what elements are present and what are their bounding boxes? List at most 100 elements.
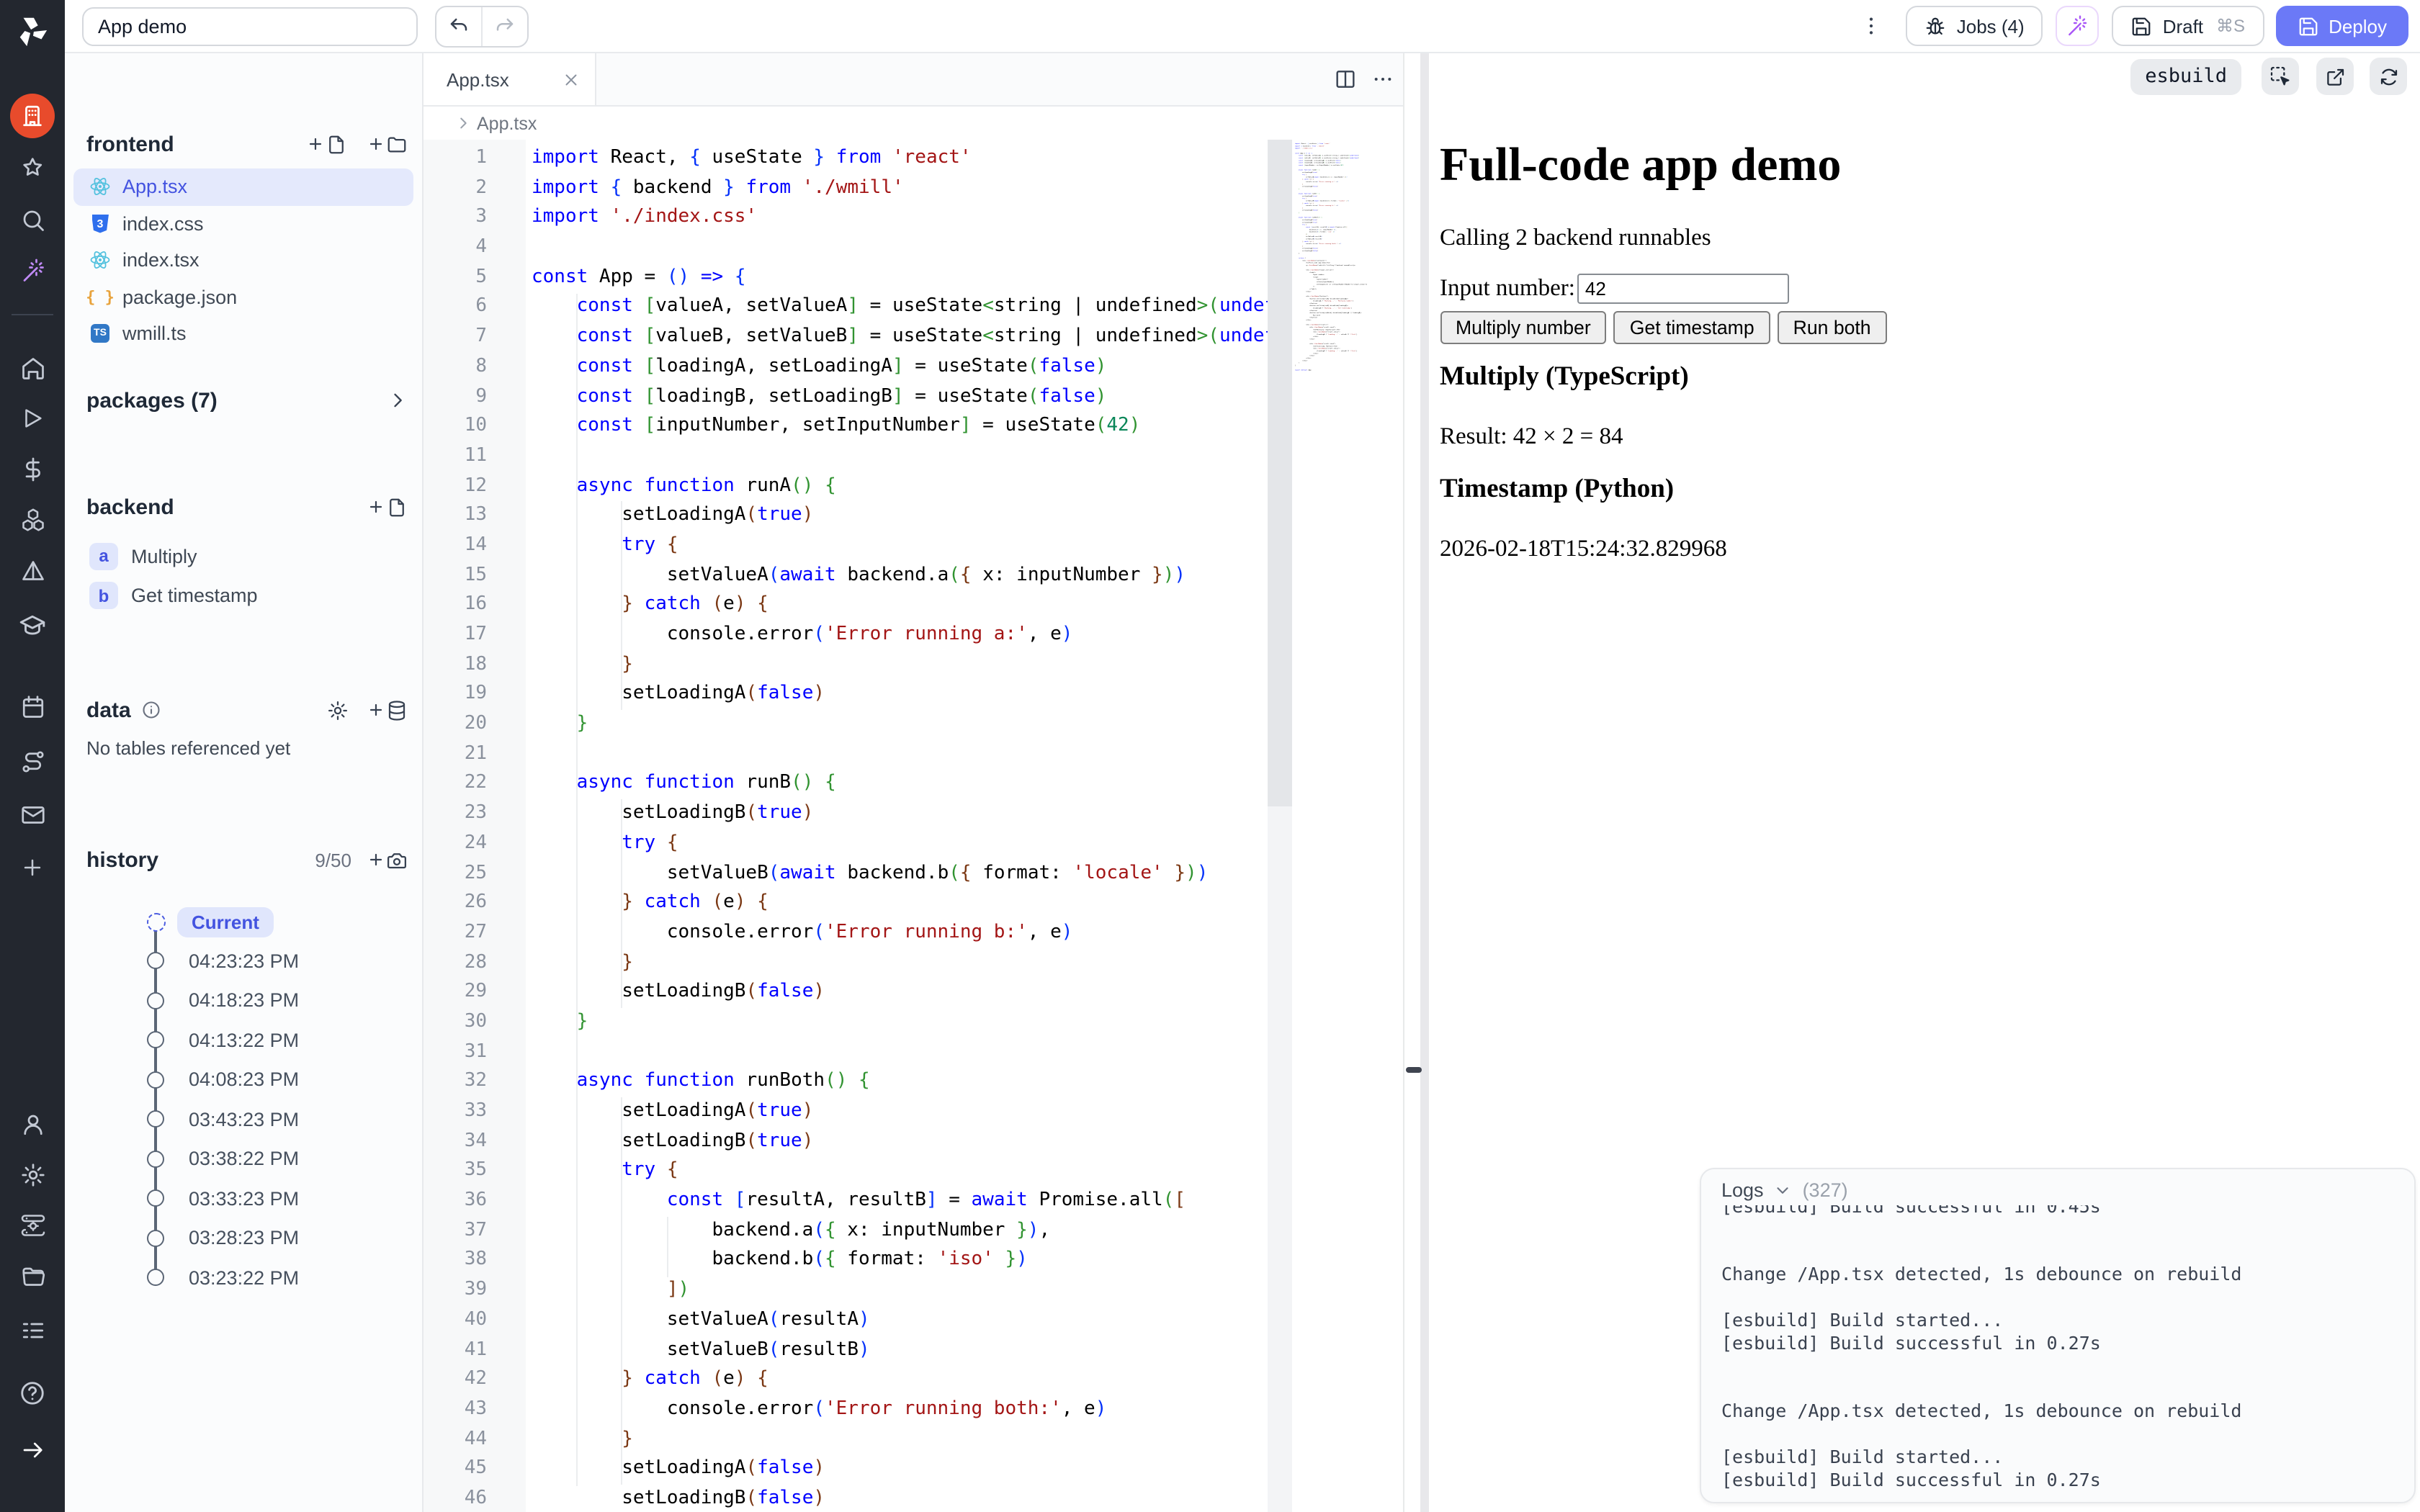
code-line[interactable]: 35 try {	[424, 1157, 1268, 1187]
code-line[interactable]: 23 setLoadingB(true)	[424, 799, 1268, 829]
history-snapshot-item[interactable]: 04:18:23 PM	[65, 981, 422, 1020]
schedules-rail-item[interactable]	[0, 685, 65, 729]
search-rail-item[interactable]	[0, 199, 65, 242]
code-line[interactable]: 20 }	[424, 710, 1268, 739]
code-line[interactable]: 44 }	[424, 1425, 1268, 1454]
collapse-rail-item[interactable]	[0, 1428, 65, 1472]
code-line[interactable]: 30 }	[424, 1008, 1268, 1038]
splitter-handle[interactable]	[1405, 1067, 1421, 1073]
inbox-rail-item[interactable]	[0, 793, 65, 837]
code-line[interactable]: 18 }	[424, 650, 1268, 680]
code-line[interactable]: 29 setLoadingB(false)	[424, 978, 1268, 1008]
code-line[interactable]: 14 try {	[424, 531, 1268, 561]
input-number-field[interactable]	[1578, 273, 1790, 303]
logs-header[interactable]: Logs (327)	[1701, 1169, 2414, 1205]
code-line[interactable]: 39 ])	[424, 1276, 1268, 1305]
code-line[interactable]: 46 setLoadingB(false)	[424, 1485, 1268, 1512]
flows-rail-item[interactable]	[0, 740, 65, 783]
history-snapshot-item[interactable]: 03:33:23 PM	[65, 1179, 422, 1218]
close-icon[interactable]	[562, 70, 581, 89]
editor-scrollbar[interactable]	[1268, 140, 1291, 1512]
split-editor-icon[interactable]	[1333, 68, 1356, 91]
minimap[interactable]: import React, { useState } from 'react'i…	[1291, 140, 1402, 1512]
breadcrumb[interactable]: App.tsx	[424, 107, 1402, 140]
audit-logs-rail-item[interactable]	[0, 1309, 65, 1352]
code-line[interactable]: 17 console.error('Error running a:', e)	[424, 621, 1268, 650]
data-settings-button[interactable]	[327, 699, 349, 721]
file-item-index-css[interactable]: 3index.css	[73, 205, 413, 242]
help-rail-item[interactable]	[0, 1371, 65, 1414]
code-line[interactable]: 5const App = () => {	[424, 264, 1268, 293]
resources-rail-item[interactable]	[0, 498, 65, 541]
code-line[interactable]: 15 setValueA(await backend.a({ x: inputN…	[424, 561, 1268, 590]
code-line[interactable]: 2import { backend } from './wmill'	[424, 174, 1268, 203]
code-line[interactable]: 22 async function runB() {	[424, 770, 1268, 799]
add-runnable-button[interactable]	[367, 496, 408, 518]
packages-section[interactable]: packages (7)	[65, 386, 422, 415]
windmill-logo-icon[interactable]	[0, 9, 65, 52]
history-snapshot-item[interactable]: 03:38:22 PM	[65, 1139, 422, 1179]
code-line[interactable]: 27 console.error('Error running b:', e)	[424, 919, 1268, 948]
code-line[interactable]: 25 setValueB(await backend.b({ format: '…	[424, 859, 1268, 888]
favorites-rail-item[interactable]	[0, 147, 65, 190]
run-both-button[interactable]: Run both	[1778, 311, 1887, 344]
open-in-new-tab-button[interactable]	[2316, 58, 2354, 95]
get-timestamp-button[interactable]: Get timestamp	[1614, 311, 1770, 344]
code-line[interactable]: 21	[424, 740, 1268, 770]
code-line[interactable]: 6 const [valueA, setValueA] = useState<s…	[424, 293, 1268, 323]
code-line[interactable]: 31	[424, 1038, 1268, 1067]
code-line[interactable]: 7 const [valueB, setValueB] = useState<s…	[424, 323, 1268, 352]
workers-rail-item[interactable]	[0, 1204, 65, 1247]
redo-button[interactable]	[481, 6, 527, 45]
code-line[interactable]: 28 }	[424, 948, 1268, 978]
more-menu-button[interactable]	[1860, 14, 1883, 37]
select-element-button[interactable]	[2262, 58, 2299, 95]
settings-rail-item[interactable]	[0, 1153, 65, 1197]
code-line[interactable]: 37 backend.a({ x: inputNumber }),	[424, 1217, 1268, 1246]
code-line[interactable]: 12 async function runA() {	[424, 472, 1268, 501]
code-line[interactable]: 4	[424, 233, 1268, 263]
ai-rail-item[interactable]	[0, 249, 65, 292]
code-line[interactable]: 19 setLoadingA(false)	[424, 680, 1268, 710]
pane-splitter[interactable]	[1402, 53, 1428, 1512]
history-snapshot-item[interactable]: 04:13:22 PM	[65, 1020, 422, 1060]
code-area[interactable]: 1import React, { useState } from 'react'…	[424, 140, 1402, 1512]
apps-rail-item[interactable]	[10, 94, 55, 138]
home-rail-item[interactable]	[0, 347, 65, 390]
history-snapshot-item[interactable]: 03:23:22 PM	[65, 1258, 422, 1297]
code-line[interactable]: 3import './index.css'	[424, 204, 1268, 233]
triggers-rail-item[interactable]	[0, 550, 65, 593]
runnable-item-multiply[interactable]: aMultiply	[73, 537, 413, 575]
runs-rail-item[interactable]	[0, 396, 65, 439]
bundler-badge[interactable]: esbuild	[2130, 58, 2241, 94]
add-snapshot-button[interactable]	[367, 849, 408, 870]
add-rail-item[interactable]	[0, 845, 65, 888]
history-snapshot-item[interactable]: 04:08:23 PM	[65, 1060, 422, 1099]
file-item-index-tsx[interactable]: index.tsx	[73, 242, 413, 279]
code-line[interactable]: 33 setLoadingA(true)	[424, 1097, 1268, 1127]
learn-rail-item[interactable]	[0, 603, 65, 647]
code-line[interactable]: 43 console.error('Error running both:', …	[424, 1395, 1268, 1425]
draft-button[interactable]: Draft ⌘S	[2112, 6, 2264, 46]
ai-assist-button[interactable]	[2056, 6, 2099, 46]
code-line[interactable]: 11	[424, 442, 1268, 472]
code-line[interactable]: 8 const [loadingA, setLoadingA] = useSta…	[424, 353, 1268, 382]
history-snapshot-item[interactable]: 03:28:23 PM	[65, 1218, 422, 1258]
code-line[interactable]: 45 setLoadingA(false)	[424, 1455, 1268, 1485]
code-line[interactable]: 32 async function runBoth() {	[424, 1068, 1268, 1097]
app-name-input[interactable]	[82, 6, 418, 45]
variables-rail-item[interactable]	[0, 448, 65, 491]
deploy-button[interactable]: Deploy	[2275, 6, 2408, 46]
file-item-app-tsx[interactable]: App.tsx	[73, 168, 413, 205]
code-line[interactable]: 24 try {	[424, 829, 1268, 859]
jobs-button[interactable]: Jobs (4)	[1906, 6, 2043, 46]
multiply-number-button[interactable]: Multiply number	[1440, 311, 1607, 344]
history-snapshot-item[interactable]: 03:43:23 PM	[65, 1099, 422, 1139]
code-line[interactable]: 42 } catch (e) {	[424, 1365, 1268, 1395]
code-line[interactable]: 36 const [resultA, resultB] = await Prom…	[424, 1187, 1268, 1216]
file-item-wmill-ts[interactable]: TSwmill.ts	[73, 315, 413, 352]
code-line[interactable]: 1import React, { useState } from 'react'	[424, 144, 1268, 174]
code-line[interactable]: 38 backend.b({ format: 'iso' })	[424, 1246, 1268, 1276]
code-line[interactable]: 16 } catch (e) {	[424, 591, 1268, 621]
code-line[interactable]: 34 setLoadingB(true)	[424, 1127, 1268, 1156]
